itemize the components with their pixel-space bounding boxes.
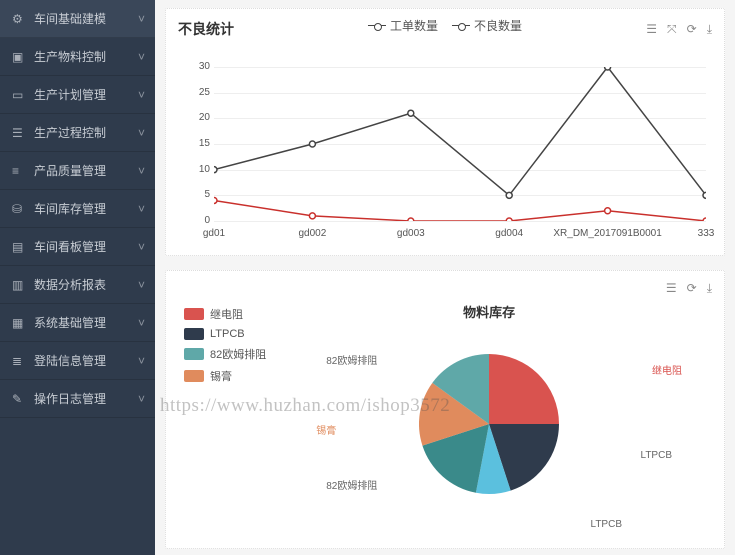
main-content: 不良统计 工单数量 不良数量 ☰ ⤧ ⟳ ⤓ 051015202530gd01g… [155,0,735,555]
sidebar-item-production-plan[interactable]: ▭生产计划管理˅ [0,76,155,114]
chart-icon: ▥ [12,278,26,292]
sidebar: ⚙车间基础建模˅ ▣生产物料控制˅ ▭生产计划管理˅ ☰生产过程控制˅ ≡产品质… [0,0,155,555]
sidebar-item-inventory[interactable]: ⛁车间库存管理˅ [0,190,155,228]
sidebar-item-process-control[interactable]: ☰生产过程控制˅ [0,114,155,152]
chevron-down-icon: ˅ [138,126,145,140]
sidebar-item-workshop-model[interactable]: ⚙车间基础建模˅ [0,0,155,38]
download-icon[interactable]: ⤓ [707,22,712,37]
chevron-down-icon: ˅ [138,278,145,292]
chevron-down-icon: ˅ [138,240,145,254]
data-view-icon[interactable]: ☰ [666,281,677,296]
bar-toggle-icon[interactable]: ⤧ [667,22,677,37]
chevron-down-icon: ˅ [138,50,145,64]
chevron-down-icon: ˅ [138,164,145,178]
flow-icon: ☰ [12,126,26,140]
chevron-down-icon: ˅ [138,88,145,102]
sidebar-item-kanban[interactable]: ▤车间看板管理˅ [0,228,155,266]
chevron-down-icon: ˅ [138,202,145,216]
chevron-down-icon: ˅ [138,392,145,406]
line-chart: 051015202530gd01gd002gd003gd004XR_DM_201… [178,59,712,239]
download-icon[interactable]: ⤓ [707,281,712,296]
card-toolbar: ☰ ⟳ ⤓ [666,281,712,296]
pie-title: 物料库存 [266,302,712,321]
sidebar-item-system[interactable]: ▦系统基础管理˅ [0,304,155,342]
line-chart-legend: 工单数量 不良数量 [368,17,522,34]
card-title: 不良统计 [178,19,234,39]
log-icon: ✎ [12,392,26,406]
refresh-icon[interactable]: ⟳ [687,22,697,37]
chevron-down-icon: ˅ [138,12,145,26]
truck-icon: ⛁ [12,202,26,216]
pie-chart: 物料库存 继电阻 LTPCB LTPCB 82欧姆排阻 锡膏 82欧姆排阻 [266,302,712,532]
sidebar-item-login-info[interactable]: ≣登陆信息管理˅ [0,342,155,380]
sidebar-item-quality[interactable]: ≡产品质量管理˅ [0,152,155,190]
board-icon: ▤ [12,240,26,254]
defect-stats-card: 不良统计 工单数量 不良数量 ☰ ⤧ ⟳ ⤓ 051015202530gd01g… [165,8,725,256]
cube-icon: ▣ [12,50,26,64]
card-toolbar: ☰ ⤧ ⟳ ⤓ [646,22,712,37]
sidebar-item-reports[interactable]: ▥数据分析报表˅ [0,266,155,304]
sidebar-item-material-control[interactable]: ▣生产物料控制˅ [0,38,155,76]
sidebar-item-log[interactable]: ✎操作日志管理˅ [0,380,155,418]
gear-icon: ⚙ [12,12,26,26]
data-view-icon[interactable]: ☰ [646,22,657,37]
chevron-down-icon: ˅ [138,354,145,368]
base-icon: ▦ [12,316,26,330]
list-icon: ≡ [12,164,26,178]
calendar-icon: ▭ [12,88,26,102]
refresh-icon[interactable]: ⟳ [687,281,697,296]
chevron-down-icon: ˅ [138,316,145,330]
inventory-card: ☰ ⟳ ⤓ 继电阻 LTPCB 82欧姆排阻 锡膏 物料库存 继电阻 LTPCB… [165,270,725,549]
user-icon: ≣ [12,354,26,368]
pie-legend: 继电阻 LTPCB 82欧姆排阻 锡膏 [178,302,266,532]
